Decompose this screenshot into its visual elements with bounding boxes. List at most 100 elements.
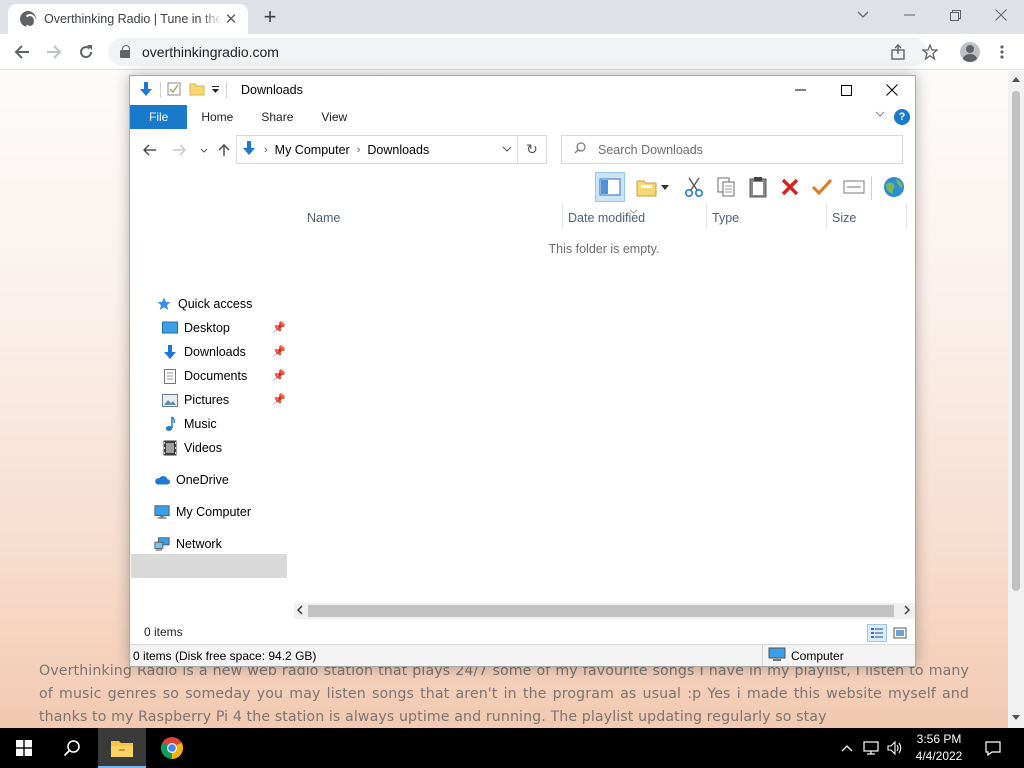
tab-home[interactable]: Home — [187, 105, 247, 129]
nav-onedrive[interactable]: OneDrive — [154, 469, 229, 491]
layout-dropdown-icon[interactable] — [658, 172, 672, 202]
up-one-level-button[interactable] — [213, 140, 235, 160]
address-history-dropdown-icon[interactable] — [502, 143, 512, 155]
back-button[interactable] — [9, 39, 35, 65]
nav-network[interactable]: Network — [154, 533, 222, 555]
scroll-down-arrow-icon[interactable] — [1012, 715, 1020, 720]
nav-label: Pictures — [184, 393, 230, 407]
explorer-maximize-button[interactable] — [823, 76, 869, 104]
horizontal-scrollbar-thumb[interactable] — [308, 605, 894, 617]
downloads-arrow-icon — [241, 140, 257, 159]
expand-ribbon-chevron-icon[interactable] — [875, 109, 885, 120]
show-hidden-icons-chevron-icon[interactable] — [838, 728, 856, 768]
navigation-pane: Quick access Desktop 📌 Downloads 📌 Docum… — [130, 204, 290, 622]
profile-avatar[interactable] — [957, 39, 983, 65]
paste-clipboard-icon[interactable] — [743, 172, 773, 202]
tab-search-icon[interactable] — [840, 0, 886, 30]
nav-videos[interactable]: Videos — [162, 437, 222, 459]
copy-icon[interactable] — [711, 172, 741, 202]
nav-label: Videos — [184, 441, 222, 455]
file-list-pane[interactable]: Name Date modified Type Size This folder… — [294, 204, 914, 622]
search-icon[interactable] — [48, 728, 96, 768]
share-icon[interactable] — [885, 39, 911, 65]
nav-label: Downloads — [184, 345, 246, 359]
taskbar-clock[interactable]: 3:56 PM 4/4/2022 — [906, 731, 972, 765]
cut-scissors-icon[interactable] — [679, 172, 709, 202]
notifications-icon[interactable] — [978, 728, 1008, 768]
nav-label: OneDrive — [176, 473, 229, 487]
refresh-icon[interactable]: ↻ — [517, 136, 546, 163]
delete-x-icon[interactable] — [775, 172, 805, 202]
scroll-up-arrow-icon[interactable] — [1012, 77, 1020, 82]
help-icon[interactable]: ? — [894, 109, 910, 125]
address-bar[interactable]: overthinkingradio.com — [108, 38, 928, 66]
page-scrollbar[interactable] — [1008, 71, 1024, 728]
search-downloads-input[interactable]: Search Downloads — [561, 135, 903, 164]
lock-icon[interactable] — [120, 45, 130, 58]
forward-button[interactable] — [41, 39, 67, 65]
bookmark-star-icon[interactable] — [917, 39, 943, 65]
column-header-size[interactable]: Size — [832, 207, 856, 229]
explorer-title-bar: Downloads — [130, 76, 915, 104]
nav-music[interactable]: Music — [162, 413, 217, 435]
reload-button[interactable] — [73, 39, 99, 65]
page-scrollbar-thumb[interactable] — [1012, 91, 1020, 591]
rename-check-icon[interactable] — [807, 172, 837, 202]
explorer-forward-button[interactable] — [168, 140, 190, 160]
breadcrumb-downloads[interactable]: Downloads — [367, 143, 429, 157]
customize-qat-dropdown-icon[interactable] — [211, 85, 220, 96]
details-view-button[interactable] — [867, 624, 887, 642]
close-window-button[interactable] — [978, 0, 1024, 30]
scroll-right-arrow-icon[interactable] — [904, 605, 910, 618]
column-header-name[interactable]: Name — [307, 207, 340, 229]
scroll-left-arrow-icon[interactable] — [297, 605, 303, 618]
preview-pane-button[interactable] — [595, 172, 625, 202]
browser-tab[interactable]: Overthinking Radio | Tune in the ✕ — [8, 4, 248, 34]
tab-view[interactable]: View — [307, 105, 361, 129]
url-text[interactable]: overthinkingradio.com — [142, 44, 279, 60]
explorer-address-bar[interactable]: › My Computer › Downloads ↻ — [236, 135, 547, 164]
pin-icon[interactable]: 📌 — [272, 369, 286, 382]
explorer-close-button[interactable] — [869, 76, 915, 104]
breadcrumb-chevron-icon[interactable]: › — [264, 144, 268, 156]
properties-check-icon[interactable] — [167, 82, 181, 99]
ribbon-tabs: File Home Share View ? — [130, 105, 915, 129]
nav-my-computer[interactable]: My Computer — [154, 501, 251, 523]
minimize-button[interactable] — [886, 0, 932, 30]
network-tray-icon[interactable] — [861, 728, 881, 768]
properties-card-icon[interactable] — [839, 172, 869, 202]
volume-speaker-icon[interactable] — [885, 728, 905, 768]
chrome-menu-button[interactable] — [989, 39, 1015, 65]
tab-share[interactable]: Share — [247, 105, 307, 129]
new-tab-button[interactable]: + — [258, 4, 282, 29]
recent-locations-dropdown-icon[interactable] — [193, 140, 215, 160]
downloads-arrow-icon[interactable] — [138, 81, 154, 100]
nav-quick-access[interactable]: Quick access — [156, 293, 252, 315]
tab-close-icon[interactable]: ✕ — [222, 10, 240, 28]
explorer-back-button[interactable] — [139, 140, 161, 160]
explorer-minimize-button[interactable] — [777, 76, 823, 104]
horizontal-scrollbar[interactable] — [294, 603, 915, 619]
file-explorer-taskbar-button[interactable] — [98, 728, 146, 768]
page-paragraph: Overthinking Radio is a new web radio st… — [39, 663, 969, 725]
pin-icon[interactable]: 📌 — [272, 321, 286, 334]
chrome-taskbar-button[interactable] — [148, 728, 196, 768]
start-button[interactable] — [0, 728, 48, 768]
large-icons-view-button[interactable] — [890, 624, 910, 642]
column-divider[interactable] — [562, 204, 563, 228]
pin-icon[interactable]: 📌 — [272, 345, 286, 358]
restore-button[interactable] — [932, 0, 978, 30]
tab-file[interactable]: File — [130, 105, 188, 129]
pin-icon[interactable]: 📌 — [272, 393, 286, 406]
column-divider[interactable] — [906, 204, 907, 228]
new-folder-icon[interactable] — [189, 82, 205, 99]
film-strip-icon — [162, 440, 178, 456]
column-header-date-modified[interactable]: Date modified — [568, 207, 645, 229]
network-globe-icon[interactable] — [879, 172, 909, 202]
column-header-type[interactable]: Type — [712, 207, 739, 229]
breadcrumb-chevron-icon[interactable]: › — [357, 144, 361, 156]
breadcrumb-my-computer[interactable]: My Computer — [275, 143, 350, 157]
column-divider[interactable] — [826, 204, 827, 228]
items-count: 0 items — [144, 625, 183, 639]
column-divider[interactable] — [706, 204, 707, 228]
